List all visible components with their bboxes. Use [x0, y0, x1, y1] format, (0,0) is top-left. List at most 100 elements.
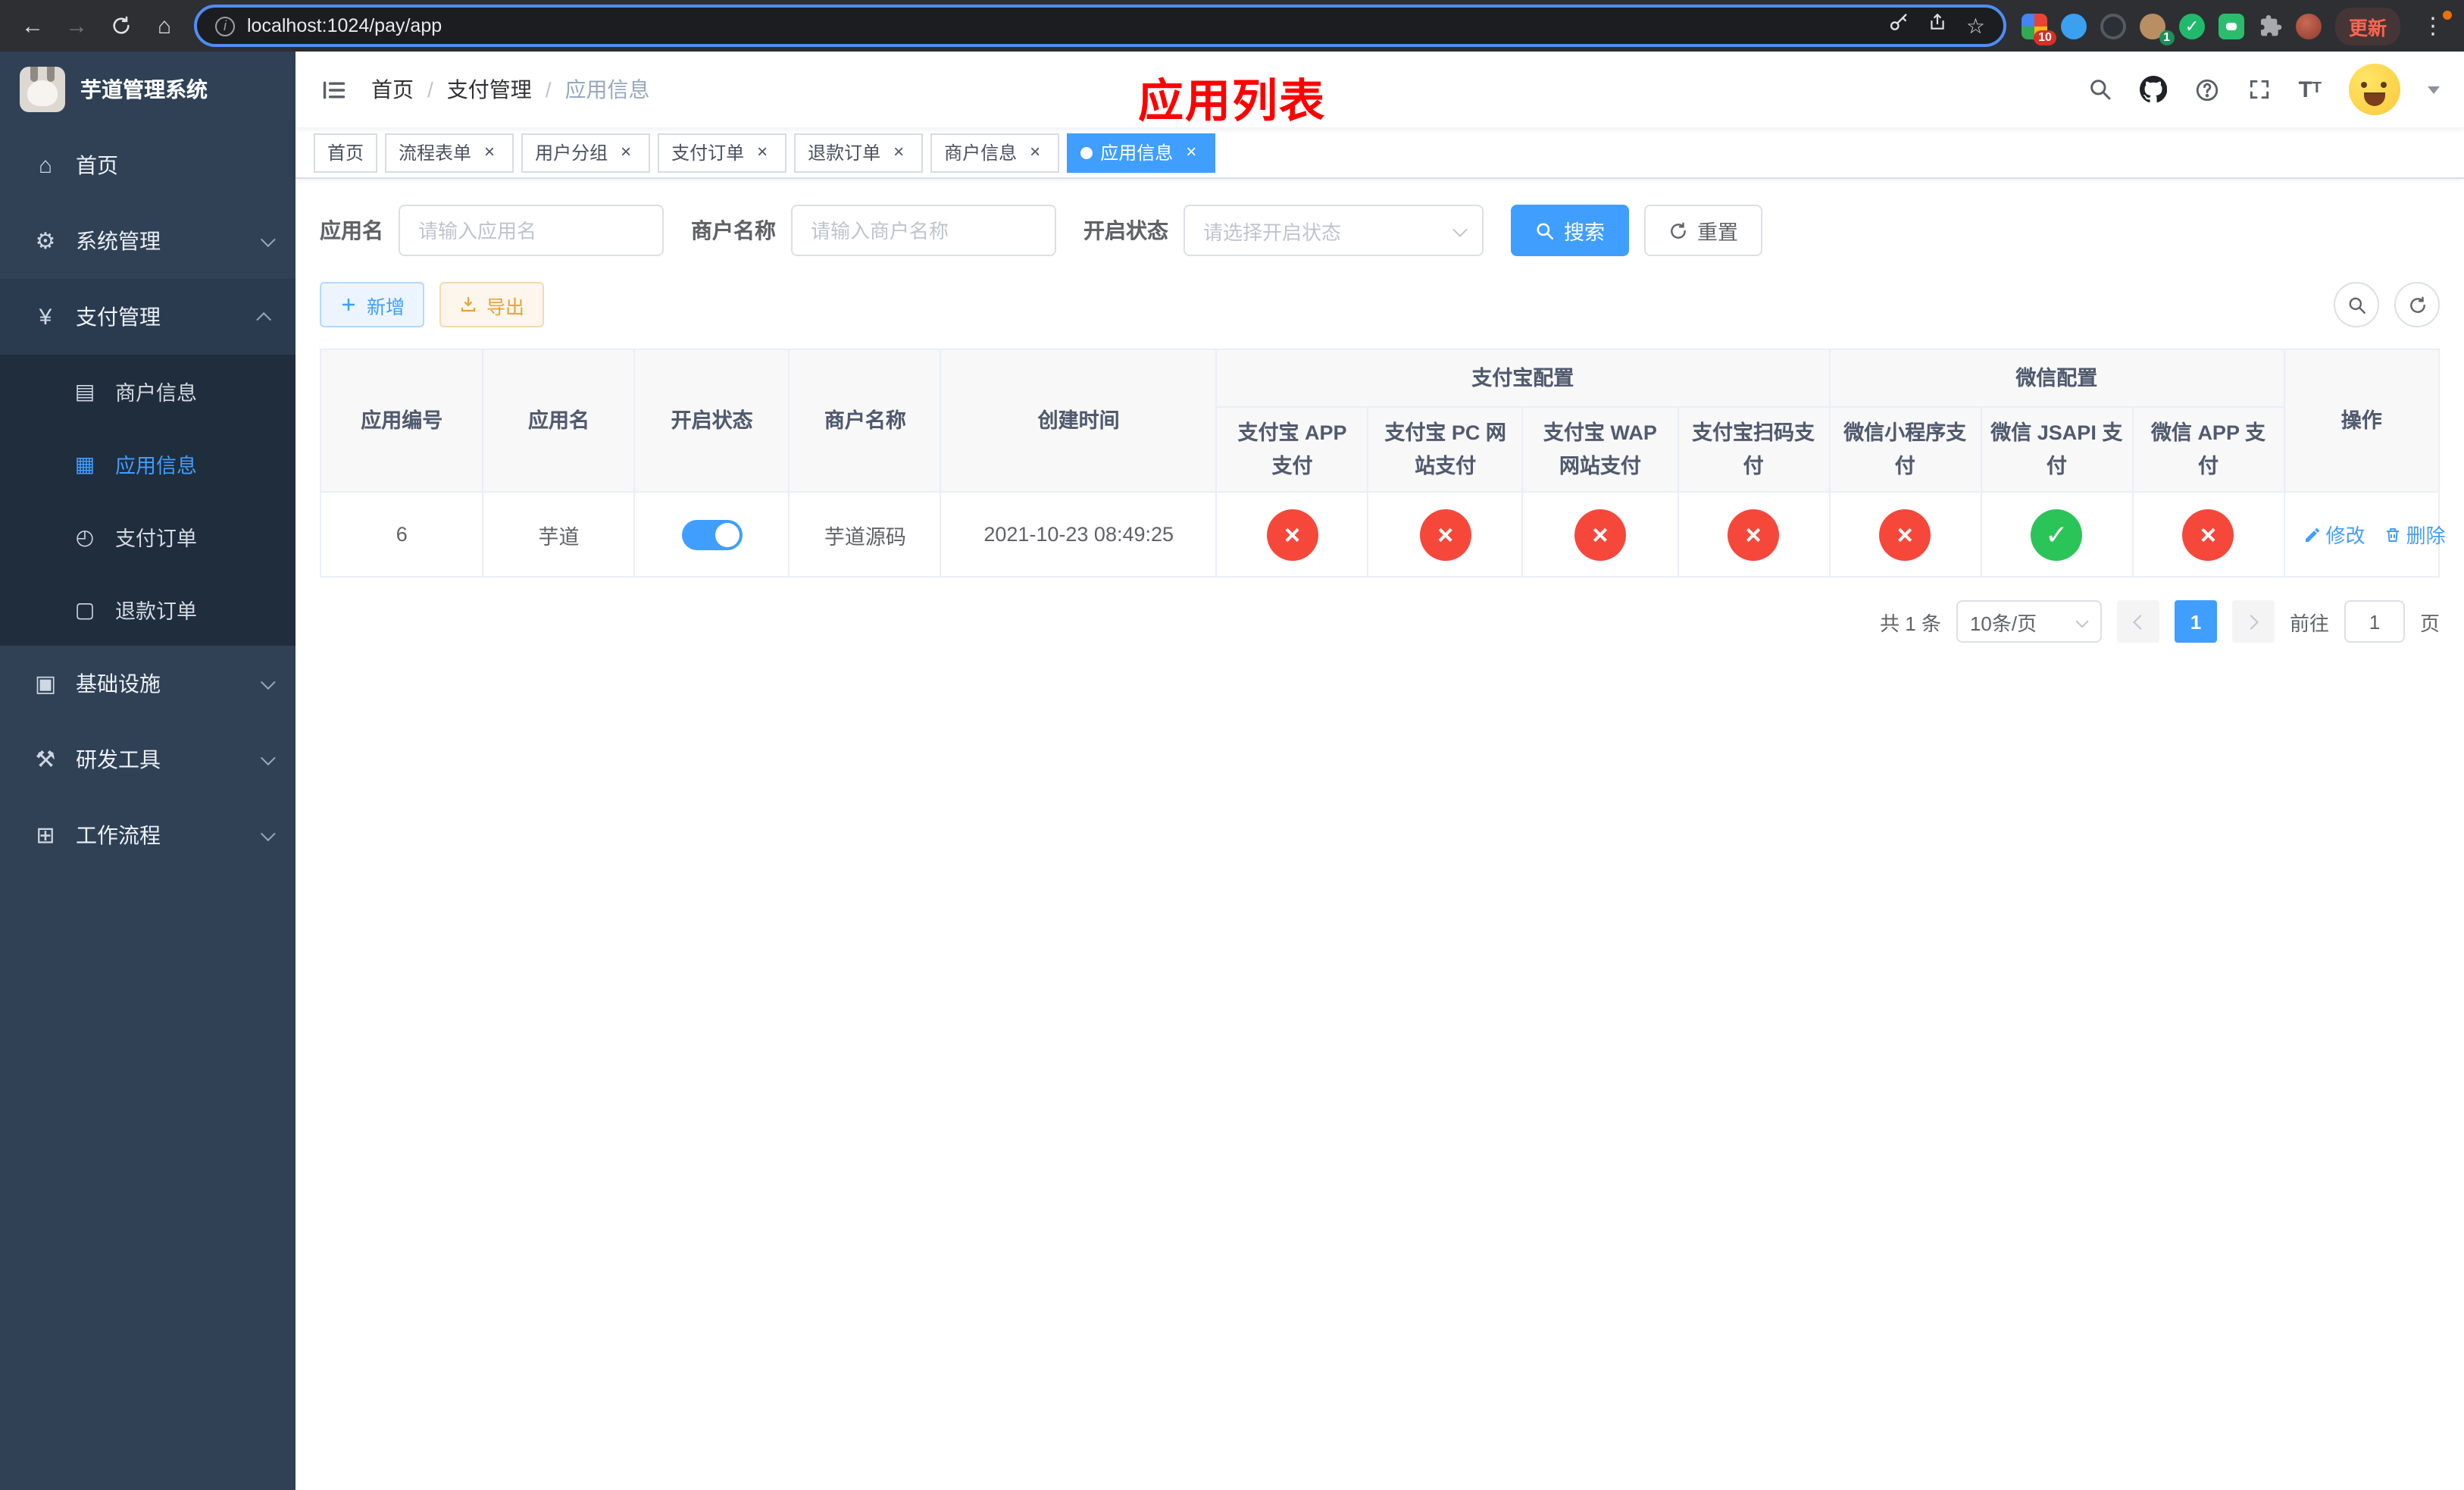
cell-created: 2021-10-23 08:49:25: [940, 491, 1218, 578]
column-header: 商户名称: [788, 348, 942, 493]
merchant-name-input[interactable]: [791, 205, 1056, 256]
status-icon: ×: [1574, 509, 1626, 561]
page-size-select[interactable]: 10条/页: [1956, 600, 2102, 643]
close-icon[interactable]: [1024, 142, 1046, 163]
browser-back-icon[interactable]: ←: [12, 5, 53, 46]
bookmark-star-icon[interactable]: ☆: [1966, 13, 1985, 39]
chevron-up-icon: [256, 311, 272, 327]
extensions-puzzle-icon[interactable]: [2258, 14, 2282, 38]
browser-reload-icon[interactable]: [100, 5, 141, 46]
browser-forward-icon[interactable]: →: [56, 5, 97, 46]
delete-button[interactable]: 删除: [2384, 520, 2446, 549]
sidebar-item-home[interactable]: ⌂ 首页: [0, 127, 295, 203]
tab-app-info[interactable]: 应用信息: [1067, 133, 1216, 172]
tools-icon: ⚒: [35, 747, 56, 773]
fullscreen-icon[interactable]: [2247, 77, 2271, 102]
cell-actions: 修改 删除: [2283, 491, 2446, 578]
reset-button[interactable]: 重置: [1644, 205, 1762, 256]
profile-avatar-icon[interactable]: [2295, 13, 2322, 39]
chevron-down-icon: [260, 231, 276, 247]
extension-chat-icon[interactable]: [2218, 13, 2244, 39]
avatar-caret-icon[interactable]: [2428, 86, 2440, 93]
user-avatar[interactable]: [2349, 64, 2400, 115]
search-button[interactable]: 搜索: [1511, 205, 1629, 256]
sidebar-item-infrastructure[interactable]: ▣ 基础设施: [0, 646, 295, 722]
tab-refund-order[interactable]: 退款订单: [794, 133, 924, 172]
tab-pay-order[interactable]: 支付订单: [658, 133, 787, 172]
close-icon[interactable]: [1180, 142, 1202, 163]
sidebar-item-devtools[interactable]: ⚒ 研发工具: [0, 722, 295, 797]
app-logo[interactable]: 芋道管理系统: [0, 52, 295, 127]
browser-menu-kebab-icon[interactable]: ⋮: [2414, 11, 2452, 39]
prev-page-button[interactable]: [2116, 600, 2159, 643]
add-button[interactable]: 新增: [320, 282, 425, 327]
status-icon: ×: [1419, 509, 1471, 561]
goto-unit: 页: [2419, 612, 2440, 635]
column-header: 微信小程序支付: [1828, 405, 1982, 493]
sidebar-item-merchant-info[interactable]: ▤ 商户信息: [0, 355, 295, 427]
breadcrumb-home[interactable]: 首页: [371, 74, 414, 105]
tab-process-form[interactable]: 流程表单: [385, 133, 514, 172]
goto-page-input[interactable]: [2344, 600, 2405, 643]
close-icon[interactable]: [888, 142, 909, 163]
sidebar-item-workflow[interactable]: ⊞ 工作流程: [0, 797, 295, 873]
refresh-button[interactable]: [2394, 282, 2440, 327]
site-info-icon[interactable]: i: [215, 16, 235, 36]
next-page-button[interactable]: [2231, 600, 2275, 643]
update-button[interactable]: 更新: [2334, 7, 2400, 45]
browser-home-icon[interactable]: ⌂: [144, 5, 185, 46]
tab-merchant-info[interactable]: 商户信息: [930, 133, 1060, 172]
extension-grid-icon[interactable]: 10: [2021, 13, 2056, 45]
font-size-icon[interactable]: TT: [2298, 78, 2322, 101]
total-count: 共 1 条: [1880, 612, 1941, 635]
extension-avatar-icon[interactable]: 1: [2139, 13, 2175, 45]
cell-status: [633, 491, 790, 578]
filter-form: 应用名 商户名称 开启状态 请选择开启状态: [320, 205, 2440, 256]
chevron-down-icon: [260, 825, 276, 841]
cell-merchant: 芋道源码: [788, 491, 942, 578]
sidebar-item-system[interactable]: ⚙ 系统管理: [0, 203, 295, 279]
status-label: 开启状态: [1083, 218, 1168, 243]
toggle-search-button[interactable]: [2334, 282, 2379, 327]
sidebar-collapse-icon[interactable]: [295, 52, 371, 127]
page-title: 应用列表: [1138, 77, 1326, 127]
tab-user-group[interactable]: 用户分组: [521, 133, 651, 172]
sidebar-item-refund-order[interactable]: ▢ 退款订单: [0, 573, 295, 646]
group-header-alipay: 支付宝配置: [1215, 349, 1831, 408]
screen: ← → ⌂ i localhost:1024/pay/app ☆ 10 1 ✓ …: [0, 0, 2464, 1490]
extension-dark-icon[interactable]: [2100, 13, 2126, 39]
app-title: 芋道管理系统: [80, 77, 208, 102]
sidebar-item-app-info[interactable]: ▦ 应用信息: [0, 427, 295, 500]
close-icon[interactable]: [479, 142, 500, 163]
payment-submenu: ▤ 商户信息 ▦ 应用信息 ◴ 支付订单 ▢ 退款订单: [0, 355, 295, 646]
status-select[interactable]: 请选择开启状态: [1184, 205, 1484, 256]
close-icon[interactable]: [615, 142, 636, 163]
page-number-1[interactable]: 1: [2174, 600, 2217, 643]
tags-bar: 首页 流程表单 用户分组 支付订单 退款订单 商户信息: [295, 127, 2464, 179]
edit-button[interactable]: 修改: [2303, 520, 2366, 549]
breadcrumb-payment[interactable]: 支付管理: [447, 74, 532, 105]
password-key-icon[interactable]: [1889, 11, 1910, 40]
extension-blue-icon[interactable]: [2060, 13, 2087, 39]
app-name-input[interactable]: [399, 205, 664, 256]
search-icon[interactable]: [2087, 77, 2112, 102]
sidebar-item-payment[interactable]: ¥ 支付管理: [0, 279, 295, 355]
url-bar[interactable]: i localhost:1024/pay/app ☆: [194, 5, 2006, 47]
status-icon: ✓: [2031, 509, 2083, 561]
column-header: 操作: [2283, 348, 2441, 493]
url-text[interactable]: localhost:1024/pay/app: [247, 15, 1877, 36]
card-icon: ▤: [74, 378, 95, 402]
share-icon[interactable]: [1928, 12, 1948, 39]
help-icon[interactable]: [2194, 77, 2219, 102]
github-icon[interactable]: [2139, 76, 2167, 103]
close-icon[interactable]: [752, 142, 773, 163]
status-toggle[interactable]: [681, 519, 743, 550]
extension-check-icon[interactable]: ✓: [2178, 13, 2205, 39]
active-dot: [1080, 146, 1093, 158]
chevron-down-icon: [260, 750, 276, 765]
chevron-down-icon: [2075, 615, 2089, 628]
export-button[interactable]: 导出: [439, 282, 545, 327]
tab-home[interactable]: 首页: [314, 133, 378, 172]
sidebar-item-pay-order[interactable]: ◴ 支付订单: [0, 500, 295, 573]
extensions-zone: 10 1 ✓ 更新 ⋮: [2021, 7, 2452, 45]
